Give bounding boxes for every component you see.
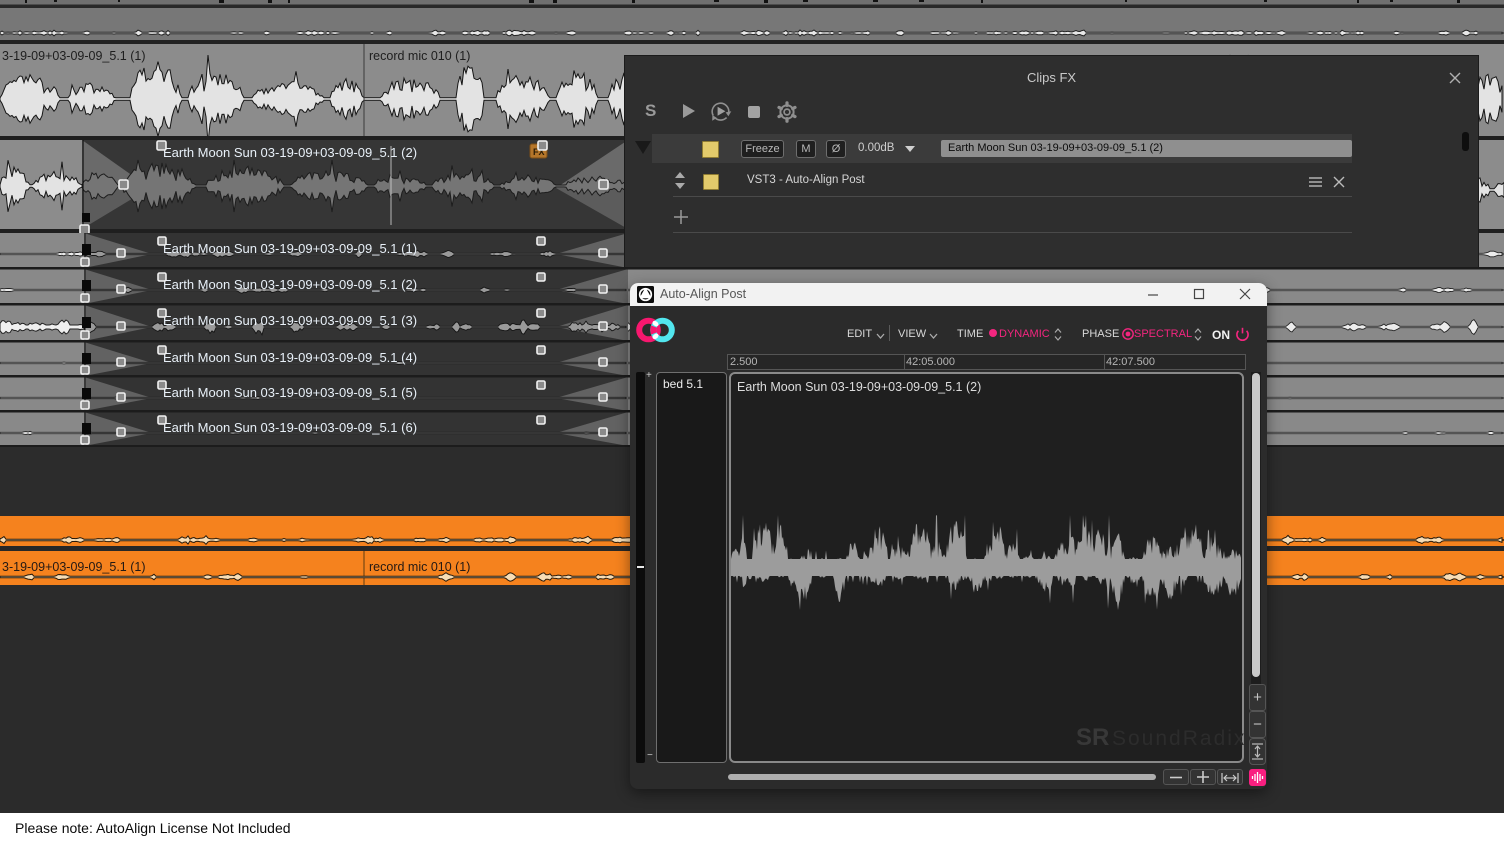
svg-text:Earth Moon Sun 03-19-09+03-09-: Earth Moon Sun 03-19-09+03-09-09_5.1 (4) (163, 350, 417, 365)
svg-text:record mic 010 (1): record mic 010 (1) (369, 560, 470, 574)
svg-text:3-19-09+03-09-09_5.1 (1): 3-19-09+03-09-09_5.1 (1) (2, 560, 146, 574)
svg-text:Earth Moon Sun 03-19-09+03-09-: Earth Moon Sun 03-19-09+03-09-09_5.1 (1) (163, 241, 417, 256)
svg-text:Earth Moon Sun 03-19-09+03-09-: Earth Moon Sun 03-19-09+03-09-09_5.1 (3) (163, 313, 417, 328)
svg-text:Earth Moon Sun 03-19-09+03-09-: Earth Moon Sun 03-19-09+03-09-09_5.1 (5) (163, 385, 417, 400)
svg-text:3-19-09+03-09-09_5.1 (1): 3-19-09+03-09-09_5.1 (1) (2, 49, 146, 63)
svg-text:record mic 010 (1): record mic 010 (1) (369, 49, 470, 63)
svg-text:Earth Moon Sun 03-19-09+03-09-: Earth Moon Sun 03-19-09+03-09-09_5.1 (2) (163, 277, 417, 292)
svg-text:Earth Moon Sun 03-19-09+03-09-: Earth Moon Sun 03-19-09+03-09-09_5.1 (6) (163, 420, 417, 435)
svg-text:Earth Moon Sun 03-19-09+03-09-: Earth Moon Sun 03-19-09+03-09-09_5.1 (2) (163, 145, 417, 160)
